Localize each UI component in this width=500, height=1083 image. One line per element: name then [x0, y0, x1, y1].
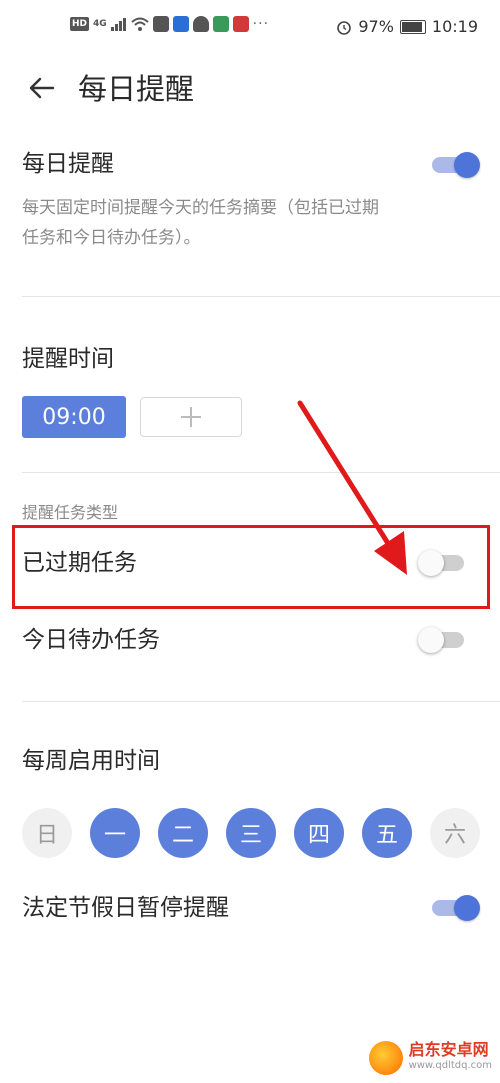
- watermark-name: 启东安卓网: [408, 1040, 489, 1059]
- holiday-pause-toggle[interactable]: [432, 895, 480, 921]
- watermark: 启东安卓网 www.qdltdq.com: [368, 1040, 492, 1075]
- plus-icon: [181, 407, 201, 427]
- daily-reminder-title: 每日提醒: [22, 151, 114, 177]
- battery-icon: [399, 19, 426, 34]
- today-tasks-toggle[interactable]: [418, 627, 466, 653]
- status-icons-right: 97% 10:19: [336, 17, 478, 36]
- back-button[interactable]: [24, 70, 60, 106]
- clock: 10:19: [431, 17, 478, 36]
- daily-reminder-description: 每天固定时间提醒今天的任务摘要（包括已过期任务和今日待办任务）。: [22, 198, 379, 248]
- stock-icon: [212, 16, 229, 32]
- network-type: 4G: [93, 19, 107, 29]
- daily-reminder-toggle[interactable]: [432, 152, 480, 178]
- hd-icon: HD: [70, 17, 90, 31]
- watermark-logo-icon: [368, 1041, 403, 1075]
- divider: [22, 472, 500, 473]
- divider: [22, 701, 500, 702]
- weekday-fri[interactable]: 五: [362, 808, 412, 858]
- weekday-wed[interactable]: 三: [226, 808, 276, 858]
- shield-icon: [172, 16, 189, 32]
- time-chip[interactable]: 09:00: [22, 396, 126, 438]
- page-title: 每日提醒: [78, 72, 195, 106]
- status-bar: HD 4G ··· 97% 10:19: [0, 0, 500, 60]
- weekday-mon[interactable]: 一: [90, 808, 140, 858]
- weekday-sun[interactable]: 日: [22, 808, 72, 858]
- weekday-thu[interactable]: 四: [294, 808, 344, 858]
- reminder-time-title: 提醒时间: [22, 346, 114, 372]
- weekly-title: 每周启用时间: [22, 748, 160, 774]
- app-notification-icon: [152, 16, 169, 32]
- today-tasks-label: 今日待办任务: [22, 627, 160, 653]
- wifi-icon: [131, 17, 149, 31]
- app-notification-icon-2: [232, 16, 249, 32]
- weekday-sat[interactable]: 六: [430, 808, 480, 858]
- more-notifications-icon: ···: [252, 16, 270, 32]
- weekday-selector: 日 一 二 三 四 五 六: [22, 808, 480, 858]
- battery-percent: 97%: [358, 17, 394, 36]
- holiday-pause-label: 法定节假日暂停提醒: [22, 895, 229, 921]
- status-icons-left: HD 4G ···: [70, 16, 269, 32]
- add-time-button[interactable]: [140, 397, 242, 437]
- signal-icon: [110, 18, 126, 31]
- weekday-tue[interactable]: 二: [158, 808, 208, 858]
- divider: [22, 296, 500, 297]
- annotation-arrow-icon: [297, 400, 407, 575]
- watermark-url: www.qdltdq.com: [408, 1060, 492, 1071]
- back-arrow-icon: [29, 77, 55, 99]
- alarm-icon: [337, 20, 352, 35]
- qq-icon: [192, 16, 209, 32]
- task-types-label: 提醒任务类型: [22, 503, 119, 522]
